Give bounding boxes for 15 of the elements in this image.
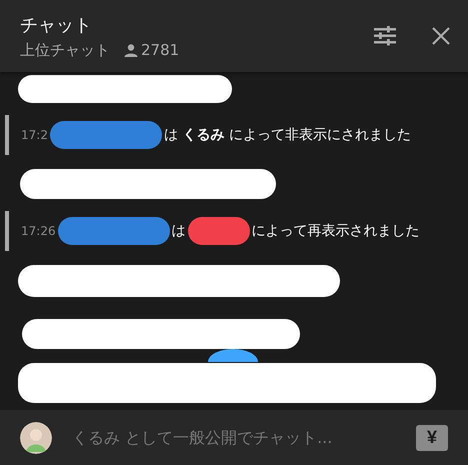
moderation-message: は くるみ によって非表示にされました — [164, 126, 411, 144]
viewer-count: 2781 — [141, 41, 180, 59]
chat-title: チャット — [20, 14, 93, 36]
timestamp: 17:2 — [21, 128, 48, 142]
avatar-icon — [20, 422, 52, 454]
moderation-message: は — [172, 222, 186, 240]
scroll-down-button[interactable] — [208, 349, 258, 362]
close-icon[interactable] — [432, 27, 450, 45]
moderation-message: によって再表示されました — [252, 222, 420, 240]
filter-settings-icon[interactable] — [374, 26, 396, 46]
chat-input-field[interactable]: くるみ として一般公開でチャット... — [72, 428, 396, 447]
person-icon — [124, 44, 138, 56]
timestamp: 17:26 — [21, 224, 56, 238]
chat-mode[interactable]: 上位チャット — [20, 40, 110, 60]
super-chat-button[interactable]: ¥ — [416, 424, 448, 450]
